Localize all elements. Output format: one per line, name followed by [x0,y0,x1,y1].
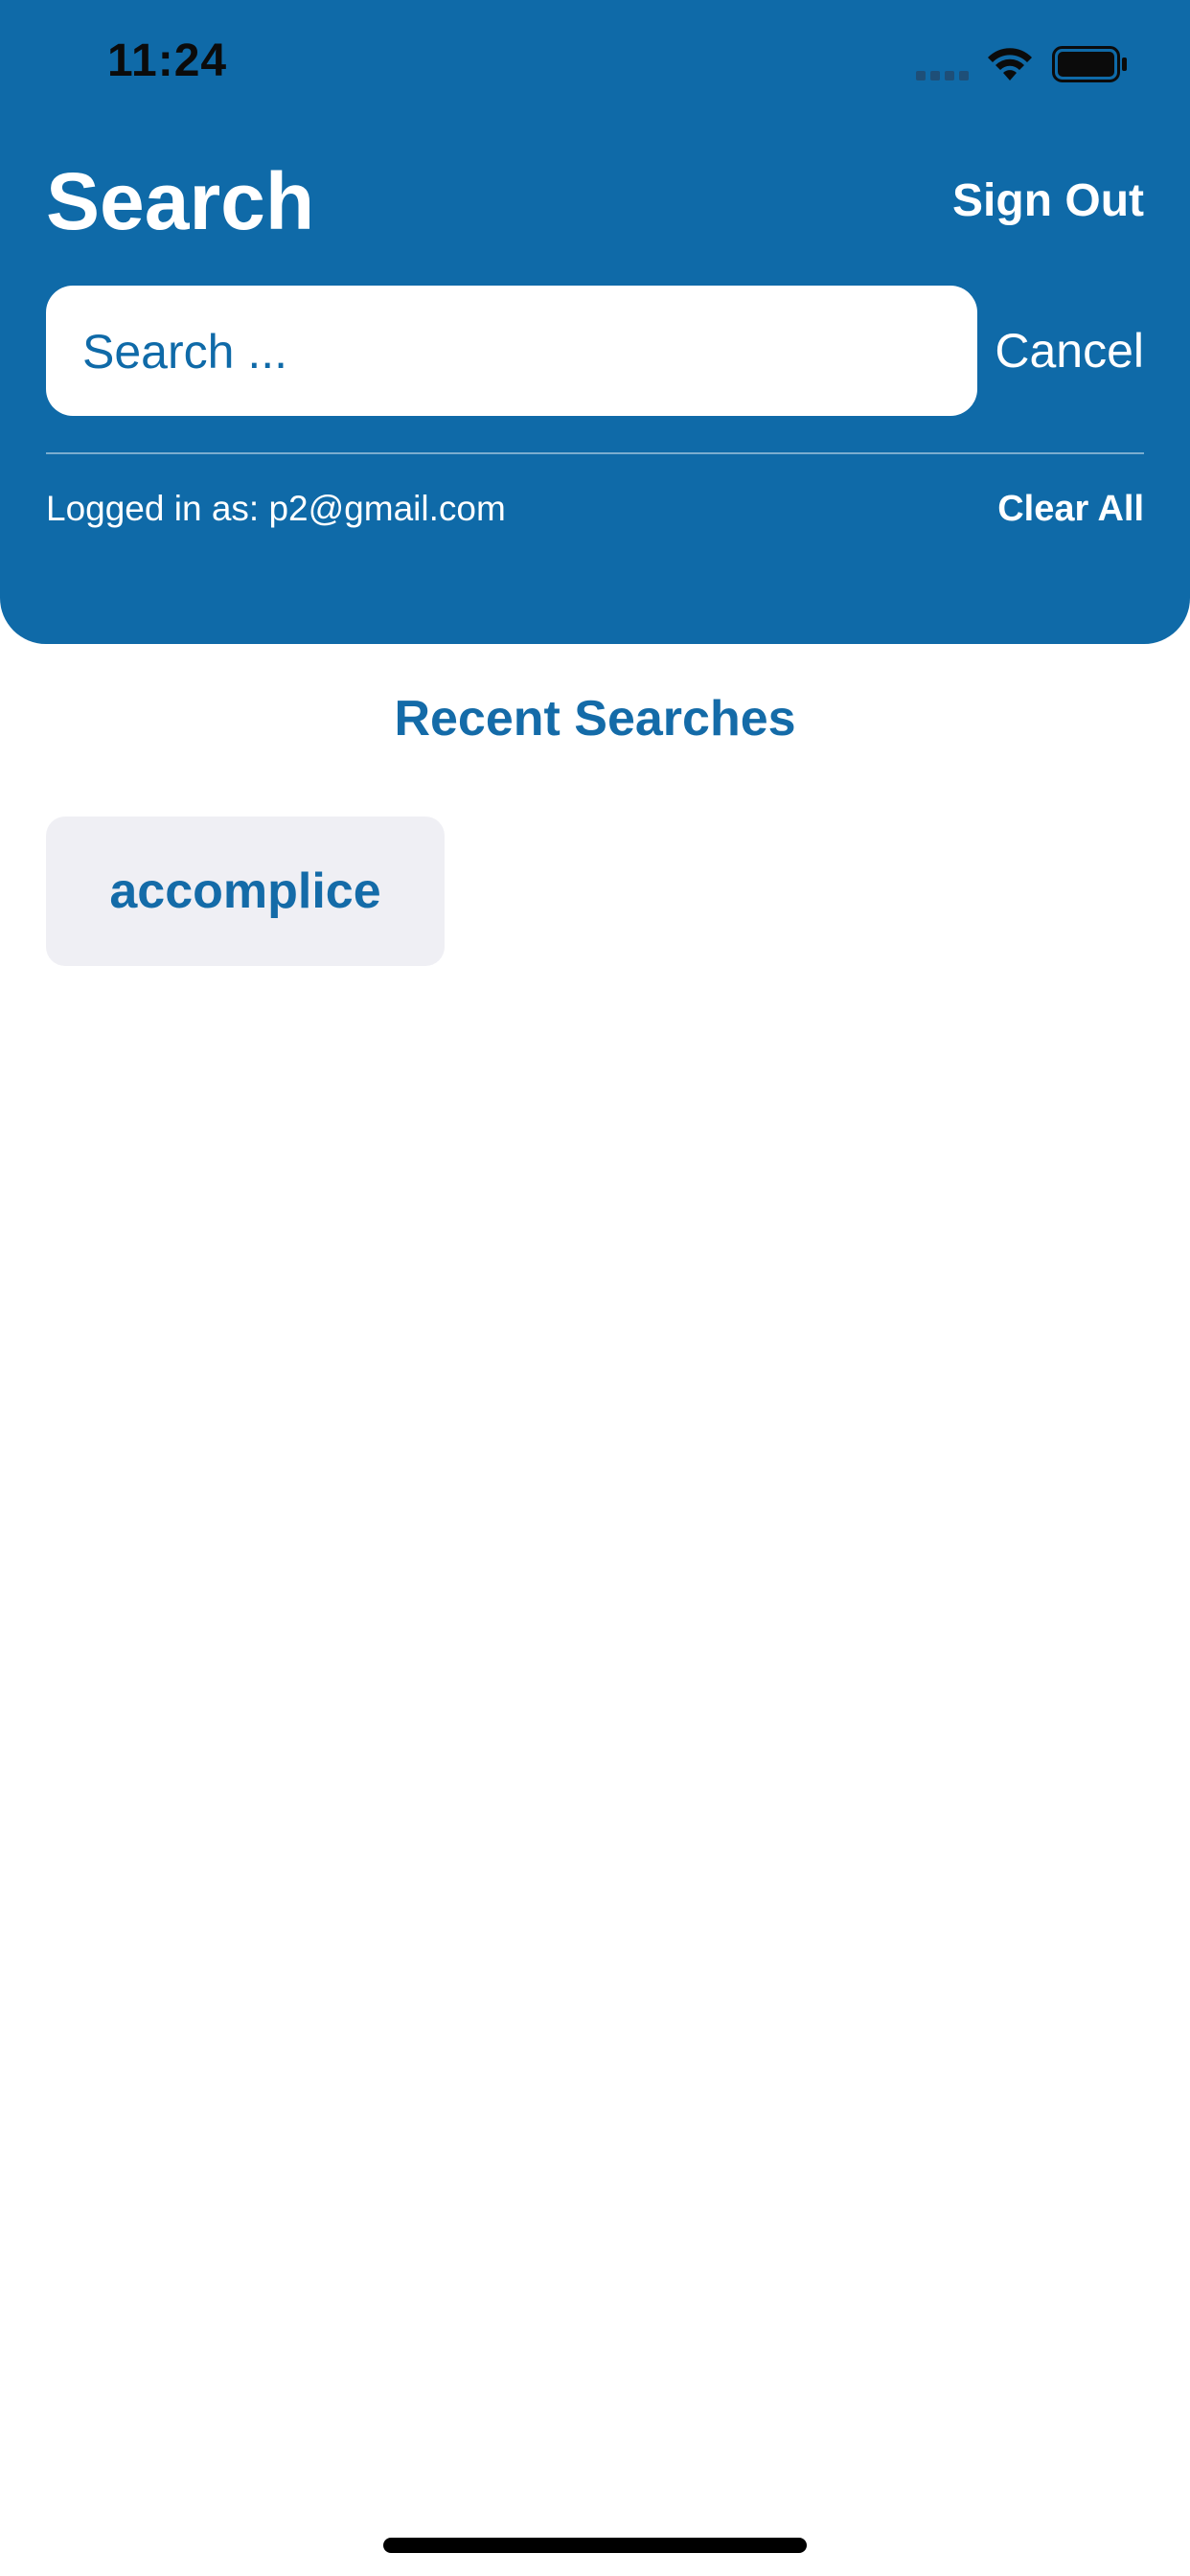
search-field[interactable] [46,286,977,418]
header-divider [46,452,1144,454]
status-bar-time: 11:24 [107,35,228,86]
battery-icon [1052,46,1127,82]
logged-in-label: Logged in as: p2@gmail.com [46,489,506,528]
header: 11:24 Search Sign Out Cancel Logged in a… [0,0,1190,644]
sign-out-button[interactable]: Sign Out [952,172,1144,230]
page-title: Search [46,156,315,246]
cancel-button[interactable]: Cancel [995,322,1144,380]
search-input[interactable] [80,286,947,418]
home-indicator[interactable] [383,2538,807,2553]
search-screen: 11:24 Search Sign Out Cancel Logged in a… [0,0,1190,2576]
cellular-signal-icon [916,71,970,80]
recent-searches-title: Recent Searches [394,691,796,747]
clear-all-button[interactable]: Clear All [997,487,1144,531]
wifi-icon [988,48,1032,80]
recent-search-chip[interactable]: accomplice [46,816,445,966]
